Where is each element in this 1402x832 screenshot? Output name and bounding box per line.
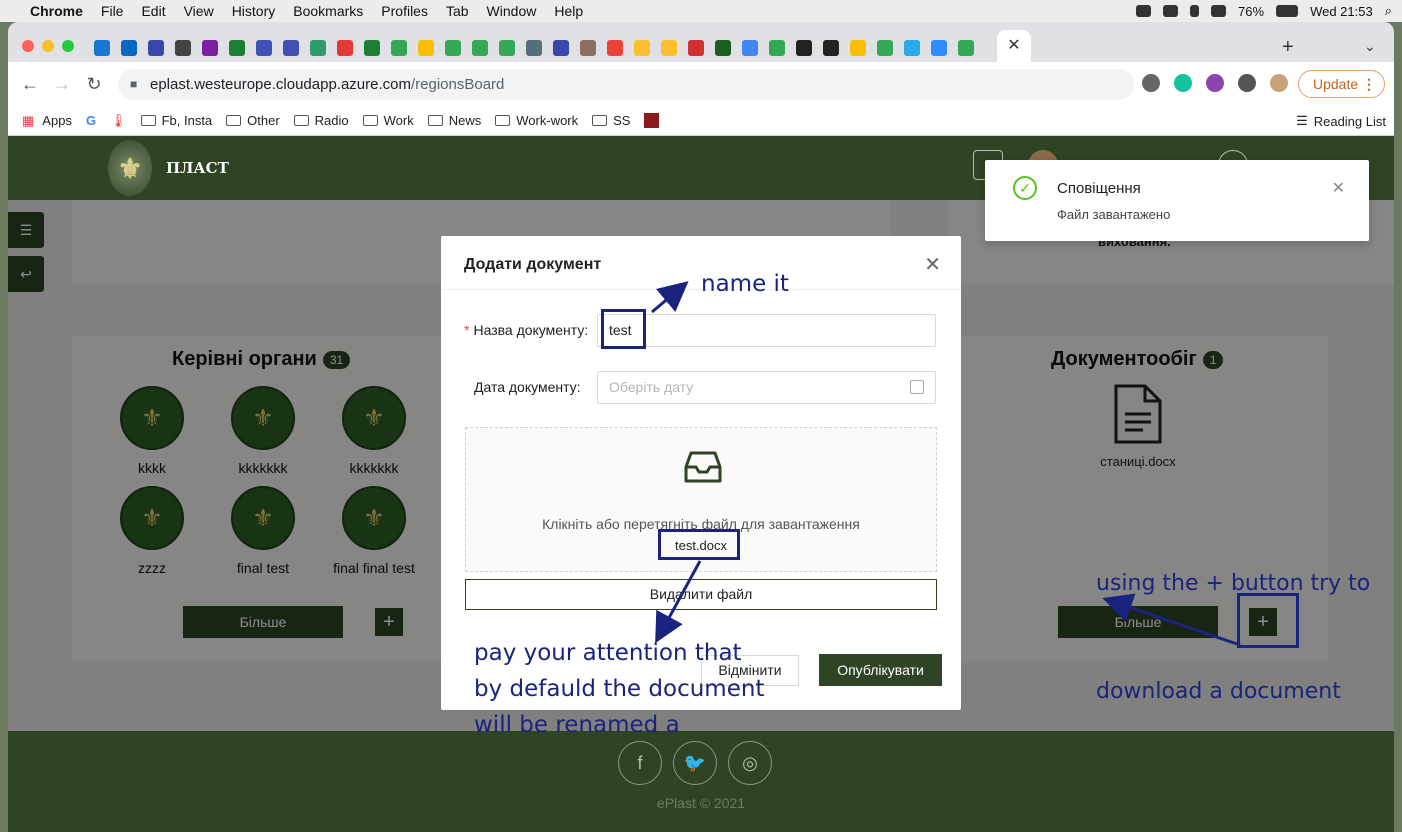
annotation-name-it: name it xyxy=(701,271,789,297)
annotation-plus-2: download a document xyxy=(1096,679,1341,704)
annotation-attention-1: pay your attention that xyxy=(474,640,742,666)
annotation-attention-2: by defauld the document xyxy=(474,676,765,702)
annotation-attention-3: will be renamed a xyxy=(474,712,680,736)
annotation-plus-1: using the + button try to xyxy=(1096,571,1371,596)
annotation-arrow xyxy=(651,281,689,314)
annotation-arrow xyxy=(655,560,702,644)
annotation-arrows xyxy=(651,281,1241,647)
annotation-arrow xyxy=(1102,593,1241,647)
